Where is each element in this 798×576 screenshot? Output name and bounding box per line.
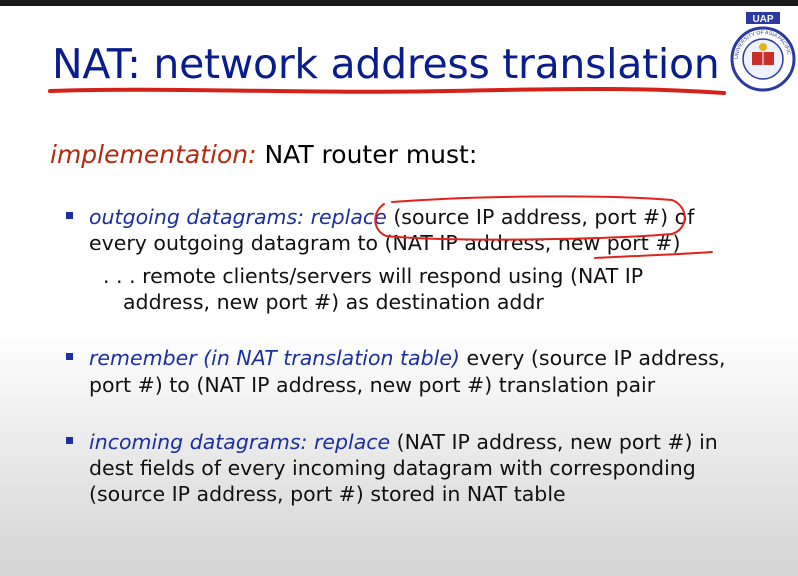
bullet-marker: [66, 353, 73, 360]
top-bar: [0, 0, 798, 6]
slide-title: NAT: network address translation: [52, 40, 720, 88]
bullet-1-line-1: outgoing datagrams: replace (source IP a…: [89, 205, 694, 229]
subheading-label: implementation:: [50, 140, 257, 169]
university-logo: UAP UNIVERSITY OF ASIA PACIFIC: [728, 12, 798, 98]
bullet-2-text: every (source IP address,: [459, 346, 726, 370]
bullet-1-line-2: every outgoing datagram to (NAT IP addre…: [89, 231, 681, 255]
bullet-marker: [66, 437, 73, 444]
bullet-1-em: outgoing datagrams: replace: [89, 205, 394, 229]
subheading: implementation: NAT router must:: [50, 140, 477, 169]
bullet-marker: [66, 212, 73, 219]
bullet-3-text: (NAT IP address, new port #) in: [390, 430, 718, 454]
bullet-3-em: incoming datagrams: replace: [89, 430, 391, 454]
bullet-2-line-1: remember (in NAT translation table) ever…: [89, 346, 725, 370]
bullet-1-subline-1: . . . remote clients/servers will respon…: [103, 264, 644, 288]
bullet-2-line-2: port #) to (NAT IP address, new port #) …: [89, 373, 656, 397]
bullet-2-em: remember (in NAT translation table): [89, 346, 460, 370]
bullet-1-text: (source IP address, port #) of: [393, 205, 695, 229]
bullet-3-line-1: incoming datagrams: replace (NAT IP addr…: [89, 430, 718, 454]
subheading-text: NAT router must:: [256, 140, 478, 169]
title-underline: [48, 86, 726, 95]
sun-icon: [759, 43, 767, 51]
bullet-1-subline-2: address, new port #) as destination addr: [123, 290, 544, 314]
logo-abbr: UAP: [752, 14, 773, 25]
bullet-3-line-3: (source IP address, port #) stored in NA…: [89, 482, 566, 506]
bullet-3-line-2: dest fields of every incoming datagram w…: [89, 456, 696, 480]
